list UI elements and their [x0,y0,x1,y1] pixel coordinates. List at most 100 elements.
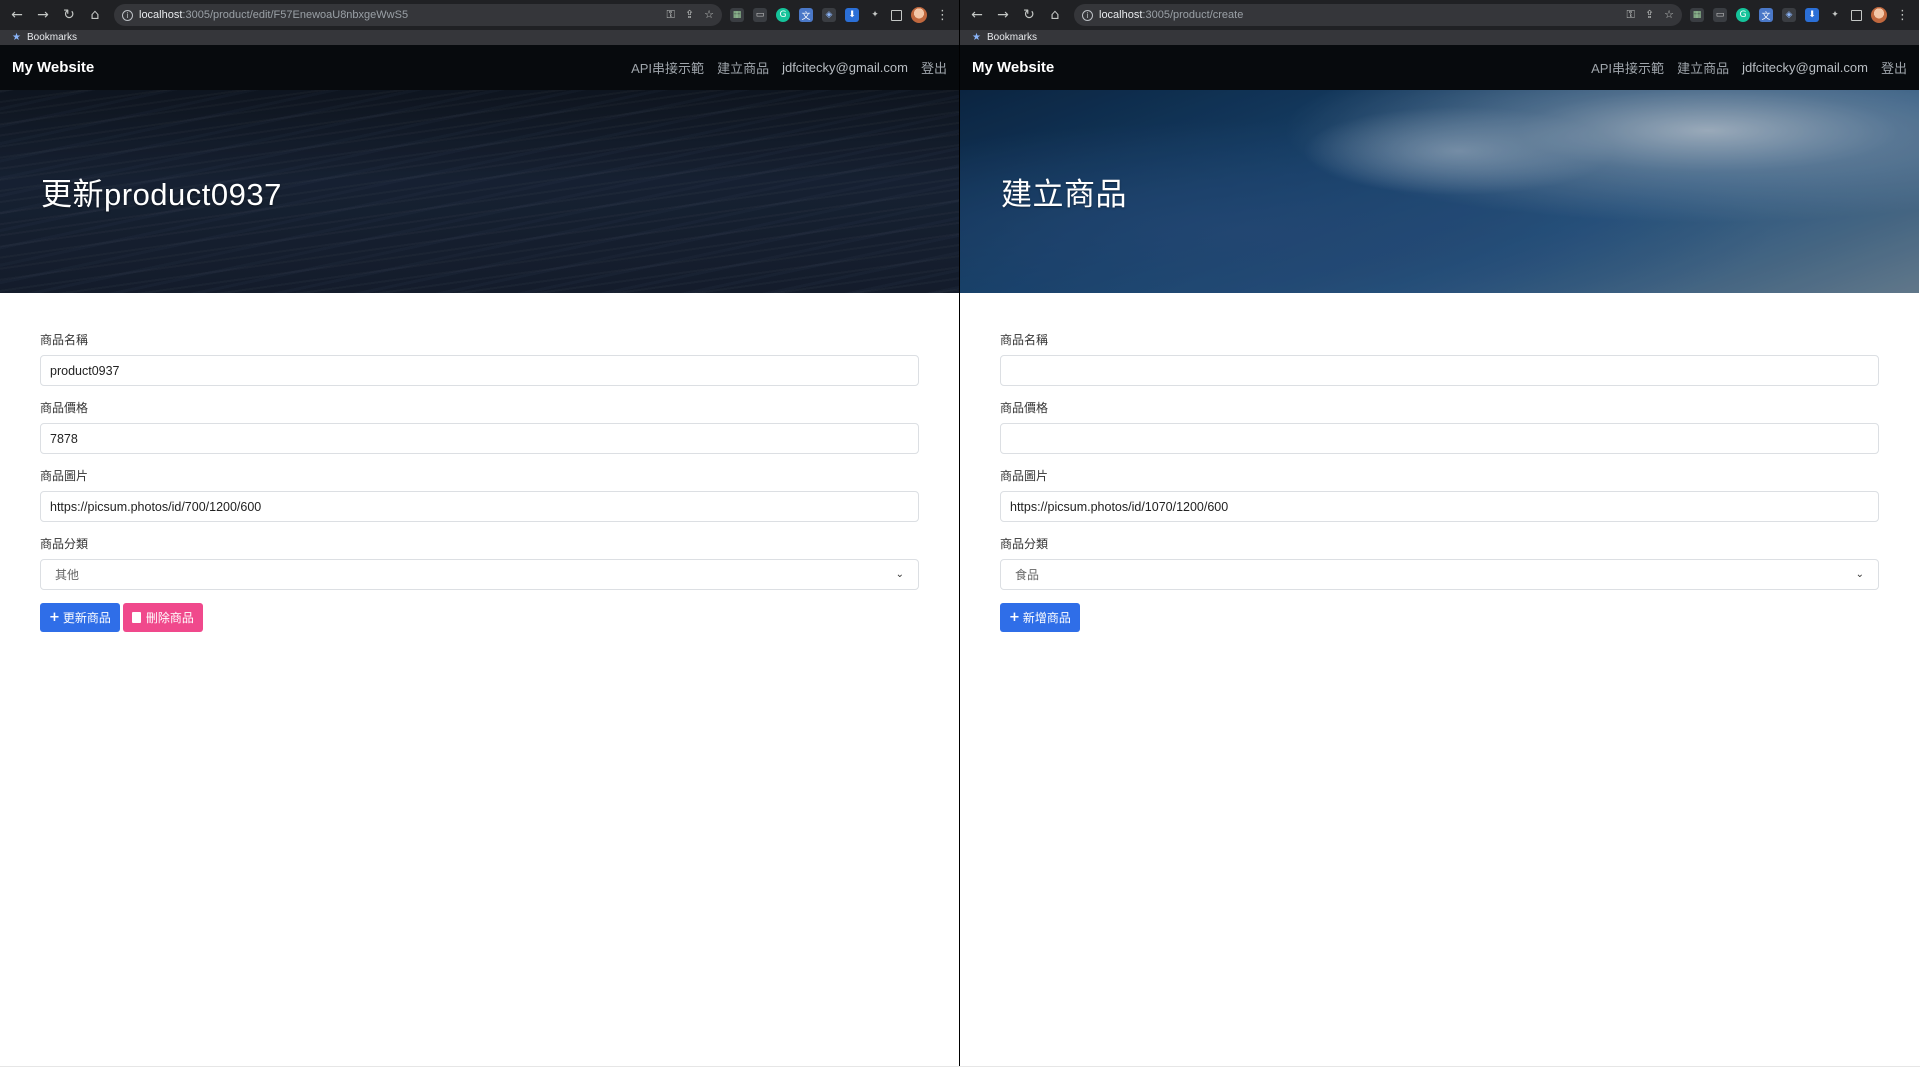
key-icon[interactable]: ⚿ [667,8,675,22]
chevron-down-icon: ⌄ [895,569,904,580]
home-icon[interactable]: ⌂ [84,4,106,26]
share-icon[interactable]: ⇪ [1645,8,1654,22]
name-label: 商品名稱 [40,333,89,347]
extension-icons: ▦ ▭ G 文 ◈ ⬇ ✦ ⋮ [1690,7,1913,23]
product-price-input[interactable] [40,423,919,454]
menu-kebab-icon[interactable]: ⋮ [1896,8,1909,23]
delete-product-button[interactable]: 刪除商品 [122,603,203,632]
reload-icon[interactable]: ↻ [1018,4,1040,26]
home-icon[interactable]: ⌂ [1044,4,1066,26]
category-label: 商品分類 [40,537,89,551]
hero-banner: 建立商品 [960,90,1919,293]
bookmarks-folder[interactable]: Bookmarks [27,32,77,43]
share-icon[interactable]: ⇪ [685,8,694,22]
translate-icon[interactable]: 文 [799,8,813,22]
bookmarks-bar: ★ Bookmarks [0,30,959,45]
delete-product-label: 刪除商品 [145,611,194,625]
profile-avatar[interactable] [911,7,927,23]
url-text: localhost:3005/product/edit/F57EnewoaU8n… [139,9,409,21]
product-name-input[interactable] [1000,355,1879,386]
nav-api-demo[interactable]: API串接示範 [1591,58,1664,77]
plus-icon: + [49,610,60,625]
grammarly-icon[interactable]: G [776,8,790,22]
nav-user-email[interactable]: jdfcitecky@gmail.com [1742,60,1868,75]
product-image-input[interactable] [40,491,919,522]
name-label: 商品名稱 [1000,333,1049,347]
browser-toolbar: ← → ↻ ⌂ i localhost:3005/product/edit/F5… [0,0,959,30]
update-product-label: 更新商品 [62,611,111,625]
chevron-down-icon: ⌄ [1855,569,1864,580]
screen: ← → ↻ ⌂ i localhost:3005/product/edit/F5… [0,0,1920,1080]
bookmarks-folder[interactable]: Bookmarks [987,32,1037,43]
create-product-label: 新增商品 [1022,611,1071,625]
download-icon[interactable]: ⬇ [1805,8,1819,22]
nav-logout[interactable]: 登出 [1881,58,1907,77]
product-price-input[interactable] [1000,423,1879,454]
extension-icon[interactable]: ▭ [753,8,767,22]
bookmarks-star-icon: ★ [972,32,981,43]
update-product-button[interactable]: + 更新商品 [40,603,120,632]
extension-icon[interactable]: ▭ [1713,8,1727,22]
plus-icon: + [1009,610,1020,625]
extension-icons: ▦ ▭ G 文 ◈ ⬇ ✦ ⋮ [730,7,953,23]
nav-logout[interactable]: 登出 [921,58,947,77]
bookmarks-star-icon: ★ [12,32,21,43]
image-label: 商品圖片 [1000,469,1049,483]
address-bar[interactable]: i localhost:3005/product/edit/F57EnewoaU… [114,4,722,26]
category-selected-value: 食品 [1015,568,1040,582]
taskbar-strip [0,1066,1920,1080]
extension-icon[interactable]: ▦ [730,8,744,22]
translate-icon[interactable]: 文 [1759,8,1773,22]
puzzle-icon[interactable]: ✦ [868,8,882,22]
profile-avatar[interactable] [1871,7,1887,23]
nav-api-demo[interactable]: API串接示範 [631,58,704,77]
extension-icon[interactable]: ◈ [1782,8,1796,22]
hero-banner: 更新product0937 [0,90,959,293]
bookmark-star-icon[interactable]: ☆ [1664,8,1674,22]
forward-arrow-icon[interactable]: → [32,4,54,26]
price-label: 商品價格 [1000,401,1049,415]
product-category-select[interactable]: 其他 ⌄ [40,559,919,590]
sidepanel-icon[interactable] [1851,9,1862,21]
back-arrow-icon[interactable]: ← [6,4,28,26]
image-label: 商品圖片 [40,469,89,483]
extension-icon[interactable]: ◈ [822,8,836,22]
trash-icon [131,612,141,623]
nav-create-product[interactable]: 建立商品 [717,58,769,77]
info-icon[interactable]: i [122,9,133,21]
product-name-input[interactable] [40,355,919,386]
back-arrow-icon[interactable]: ← [966,4,988,26]
category-selected-value: 其他 [55,568,80,582]
download-icon[interactable]: ⬇ [845,8,859,22]
bookmarks-bar: ★ Bookmarks [960,30,1919,45]
product-image-input[interactable] [1000,491,1879,522]
product-edit-form: 商品名稱 商品價格 商品圖片 商品分類 其他 ⌄ + [0,293,959,632]
nav-create-product[interactable]: 建立商品 [1677,58,1729,77]
extension-icon[interactable]: ▦ [1690,8,1704,22]
menu-kebab-icon[interactable]: ⋮ [936,8,949,23]
forward-arrow-icon[interactable]: → [992,4,1014,26]
sidepanel-icon[interactable] [891,9,902,21]
page-title: 更新product0937 [41,177,282,212]
brand-link[interactable]: My Website [12,59,631,76]
price-label: 商品價格 [40,401,89,415]
address-bar[interactable]: i localhost:3005/product/create ⚿ ⇪ ☆ [1074,4,1682,26]
create-product-button[interactable]: + 新增商品 [1000,603,1080,632]
nav-user-email[interactable]: jdfcitecky@gmail.com [782,60,908,75]
product-create-form: 商品名稱 商品價格 商品圖片 商品分類 食品 ⌄ + [960,293,1919,632]
category-label: 商品分類 [1000,537,1049,551]
url-text: localhost:3005/product/create [1099,9,1244,21]
browser-toolbar: ← → ↻ ⌂ i localhost:3005/product/create … [960,0,1919,30]
key-icon[interactable]: ⚿ [1627,8,1635,22]
site-navbar: My Website API串接示範 建立商品 jdfcitecky@gmail… [960,45,1919,90]
brand-link[interactable]: My Website [972,59,1591,76]
browser-window-create: ← → ↻ ⌂ i localhost:3005/product/create … [959,0,1919,1066]
product-category-select[interactable]: 食品 ⌄ [1000,559,1879,590]
grammarly-icon[interactable]: G [1736,8,1750,22]
bookmark-star-icon[interactable]: ☆ [704,8,714,22]
page-title: 建立商品 [1001,177,1127,212]
puzzle-icon[interactable]: ✦ [1828,8,1842,22]
reload-icon[interactable]: ↻ [58,4,80,26]
info-icon[interactable]: i [1082,9,1093,21]
browser-window-edit: ← → ↻ ⌂ i localhost:3005/product/edit/F5… [0,0,959,1066]
